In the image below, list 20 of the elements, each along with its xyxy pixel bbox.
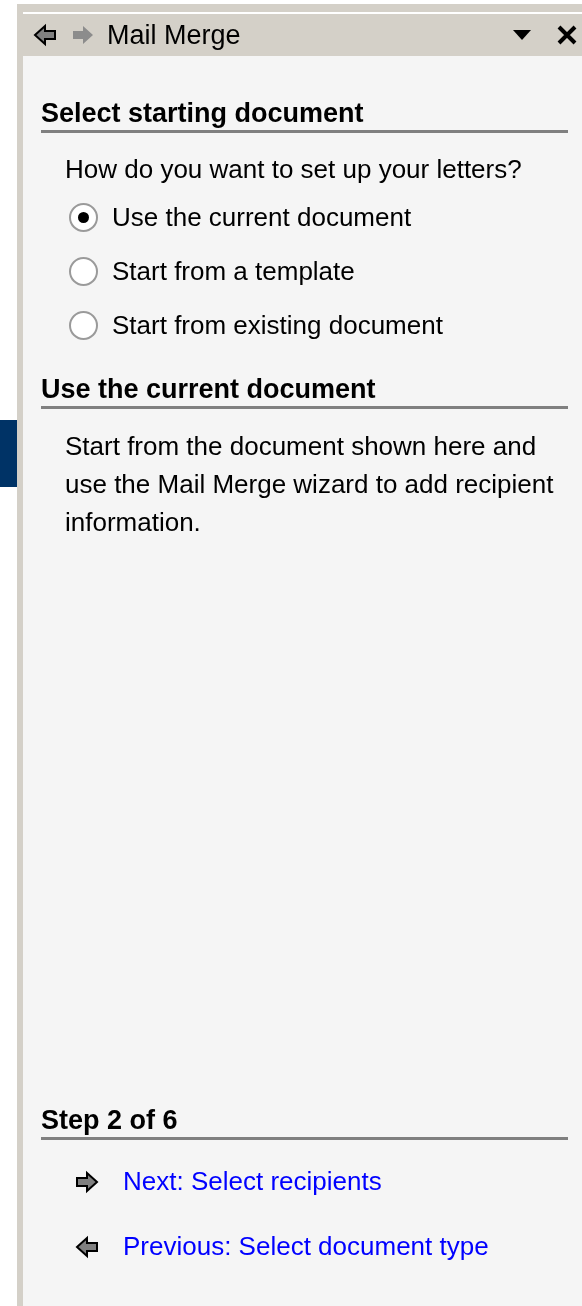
section-heading: Step 2 of 6: [41, 1103, 568, 1140]
left-arrow-icon[interactable]: [33, 23, 57, 47]
step-link[interactable]: Previous: Select document type: [123, 1227, 489, 1266]
description-text: Start from the document shown here and use the Mail Merge wizard to add recipient information.: [64, 430, 555, 539]
section-heading: Select starting document: [41, 96, 568, 133]
radio-option[interactable]: Start from existing document: [69, 306, 568, 344]
right-arrow-icon[interactable]: [75, 1169, 99, 1194]
radio-option[interactable]: Start from a template: [69, 252, 568, 290]
dropdown-icon[interactable]: [512, 29, 532, 41]
section-heading: Use the current document: [41, 372, 568, 409]
left-arrow-icon[interactable]: [75, 1234, 99, 1259]
close-icon[interactable]: [556, 24, 578, 46]
step-link[interactable]: Next: Select recipients: [123, 1162, 382, 1201]
pane-title: Mail Merge: [107, 18, 241, 52]
radio-button[interactable]: [69, 310, 98, 340]
radio-button[interactable]: [69, 256, 98, 286]
question-text: How do you want to set up your letters?: [64, 153, 523, 186]
document-edge: [0, 420, 17, 487]
radio-option[interactable]: Use the current document: [69, 198, 568, 236]
radio-button[interactable]: [69, 202, 98, 232]
